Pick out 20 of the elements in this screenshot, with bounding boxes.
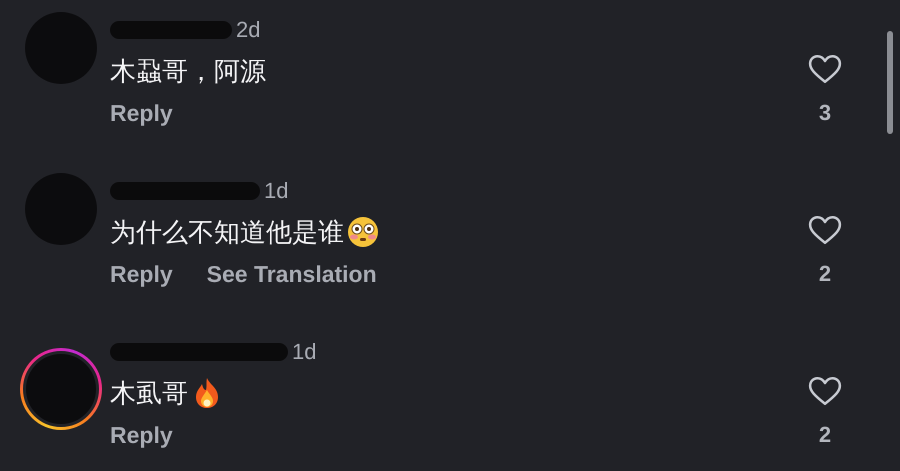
comment-action-link[interactable]: Reply <box>110 100 173 127</box>
heart-icon <box>808 376 842 406</box>
comment-text: 木蝨哥，阿源 <box>110 54 266 88</box>
heart-icon <box>808 215 842 245</box>
comment-text: 为什么不知道他是谁 <box>110 216 344 248</box>
like-count: 2 <box>818 422 832 448</box>
scrollbar[interactable] <box>887 31 893 134</box>
comment-action-link[interactable]: See Translation <box>206 261 377 288</box>
comment-time: 1d <box>264 178 288 204</box>
comment-time: 2d <box>236 17 260 43</box>
like-button[interactable] <box>808 376 842 406</box>
comment-action-link[interactable]: Reply <box>110 422 173 449</box>
like-button[interactable] <box>808 215 842 245</box>
comment-time: 1d <box>292 339 316 365</box>
comment-text: 木虱哥 <box>110 376 188 410</box>
like-button[interactable] <box>808 54 842 84</box>
like-count: 3 <box>818 100 832 126</box>
like-count: 2 <box>818 261 832 287</box>
heart-icon <box>808 54 842 84</box>
comment-action-link[interactable]: Reply <box>110 261 173 288</box>
